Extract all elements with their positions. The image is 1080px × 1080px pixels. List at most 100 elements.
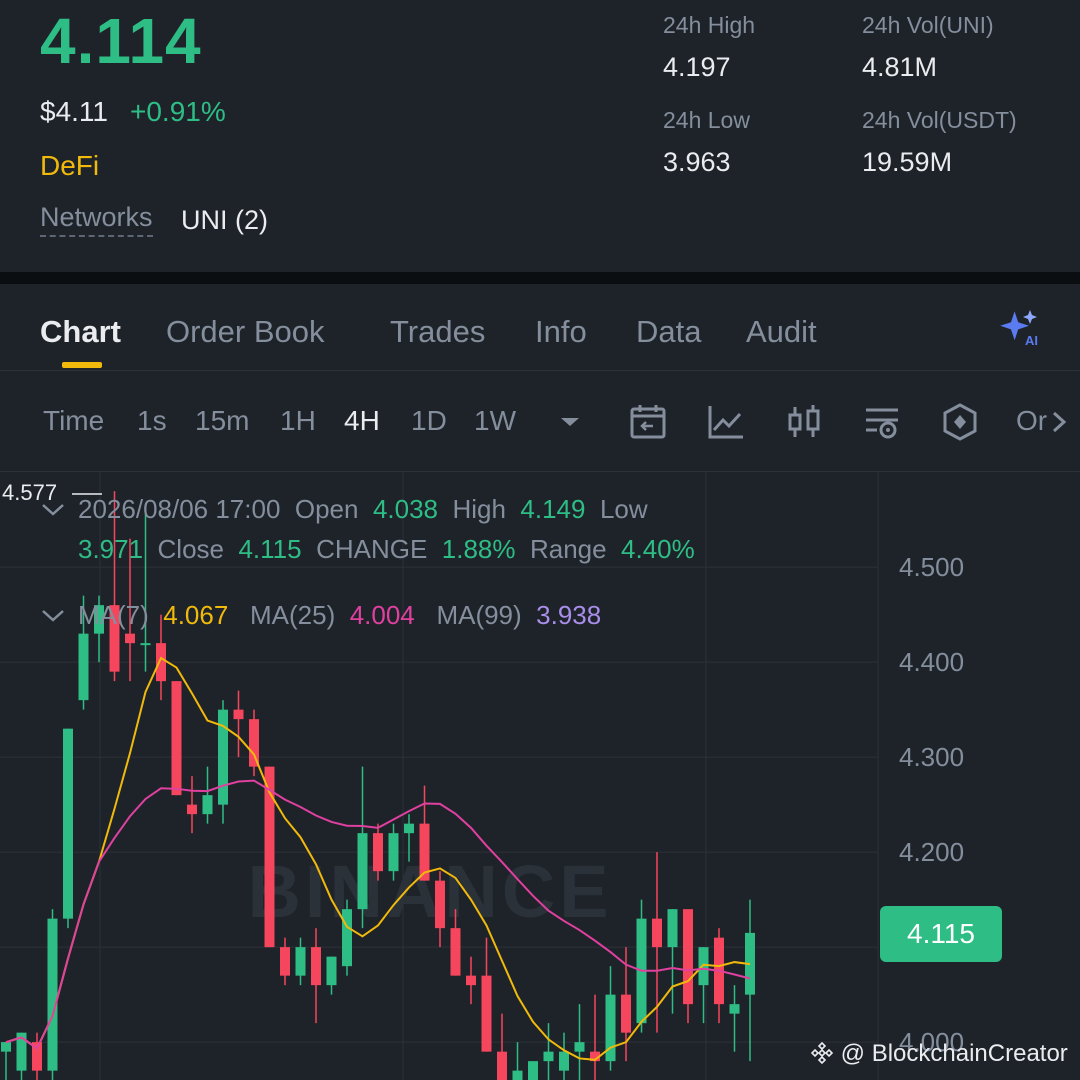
tab-audit[interactable]: Audit: [746, 314, 817, 350]
candle-body: [652, 918, 662, 948]
candle-body: [481, 975, 492, 1052]
ohlc-change-value: 1.88%: [441, 534, 516, 564]
chevron-down-icon[interactable]: [551, 403, 589, 441]
ohlc-datetime: 2026/08/06 17:00: [78, 494, 281, 524]
candle-body: [280, 947, 290, 976]
current-price-badge: 4.115: [880, 906, 1002, 962]
candle-body: [326, 956, 337, 986]
tab-order-book[interactable]: Order Book: [166, 314, 325, 350]
price-chart[interactable]: BINANCE 4.577 2026/08/06 17:00 Open 4.03…: [0, 472, 1080, 1080]
ma25-label: MA(25): [249, 600, 336, 630]
candle-body: [342, 909, 352, 967]
category-tag[interactable]: DeFi: [40, 150, 99, 182]
candle-body: [559, 1051, 569, 1071]
stat-24h-high-label: 24h High: [663, 12, 756, 38]
ohlc-close-value: 4.115: [238, 534, 302, 564]
toolbar-more-label[interactable]: Or: [1016, 405, 1047, 437]
ma25-value: 4.004: [349, 600, 415, 630]
tab-data[interactable]: Data: [636, 314, 701, 350]
networks-label[interactable]: Networks: [40, 202, 153, 237]
candle-body: [249, 719, 259, 767]
line-chart-icon[interactable]: [707, 403, 745, 441]
timeframe-1s[interactable]: 1s: [137, 405, 167, 437]
ma-legend: MA(7) 4.067 MA(25) 4.004 MA(99) 3.938: [78, 600, 601, 631]
timeframe-1h[interactable]: 1H: [280, 405, 316, 437]
timeframe-1w[interactable]: 1W: [474, 405, 516, 437]
candle-body: [140, 643, 151, 646]
candle-body: [574, 1042, 585, 1052]
tab-trades[interactable]: Trades: [390, 314, 485, 350]
tab-info[interactable]: Info: [535, 314, 587, 350]
candle-body: [435, 880, 445, 929]
ohlc-high-value: 4.149: [520, 494, 586, 524]
y-tick-label: 4.200: [899, 837, 965, 867]
candle-body: [202, 795, 213, 815]
timeframe-1d[interactable]: 1D: [411, 405, 447, 437]
candle-body: [667, 909, 678, 948]
ohlc-range-value: 4.40%: [621, 534, 695, 564]
ma7-label: MA(7): [78, 600, 149, 630]
stat-24h-low-label: 24h Low: [663, 107, 750, 133]
candle-body: [373, 833, 383, 872]
ohlc-collapse-icon[interactable]: [40, 502, 66, 518]
ma99-value: 3.938: [536, 600, 602, 630]
credit-text: @ BlockchainCreator: [840, 1040, 1068, 1067]
binance-logo-icon: [810, 1041, 834, 1065]
candle-body: [404, 823, 414, 834]
ohlc-open-value: 4.038: [372, 494, 439, 524]
candle-body: [171, 681, 182, 796]
ohlc-open-label: Open: [294, 494, 359, 524]
stat-24h-vol-uni-value: 4.81M: [862, 52, 938, 82]
candle-body: [388, 833, 399, 872]
tab-chart[interactable]: Chart: [40, 314, 121, 350]
candle-body: [683, 909, 693, 1005]
candle-body: [729, 1004, 740, 1014]
ma-collapse-icon[interactable]: [40, 608, 66, 624]
active-tab-indicator: [62, 362, 102, 368]
candle-body: [47, 918, 58, 1071]
ohlc-close-label: Close: [157, 534, 225, 564]
chevron-right-icon[interactable]: [1048, 403, 1070, 441]
ohlc-range-label: Range: [529, 534, 607, 564]
stat-24h-high-value: 4.197: [663, 52, 731, 82]
y-tick-label: 4.500: [899, 552, 965, 582]
price-change-percent: +0.91%: [130, 96, 226, 127]
candle-body: [125, 633, 135, 644]
calendar-icon[interactable]: [629, 403, 667, 441]
candle-body: [497, 1051, 507, 1080]
ohlc-low-label: Low: [599, 494, 648, 524]
binance-watermark: BINANCE: [247, 850, 612, 933]
svg-text:AI: AI: [1025, 333, 1038, 348]
candle-body: [233, 709, 244, 720]
candle-body: [187, 804, 197, 815]
timeframe-4h[interactable]: 4H: [344, 405, 380, 437]
candle-body: [295, 947, 306, 976]
networks-value[interactable]: UNI (2): [181, 205, 268, 236]
hexagon-icon[interactable]: [941, 403, 979, 441]
section-divider: [0, 272, 1080, 284]
candle-body: [78, 633, 89, 701]
candlestick-icon[interactable]: [785, 403, 823, 441]
indicator-settings-icon[interactable]: [863, 403, 901, 441]
stat-24h-vol-usdt-value: 19.59M: [862, 147, 953, 177]
candle-body: [156, 643, 166, 682]
stat-24h-vol-usdt-label: 24h Vol(USDT): [862, 107, 1017, 133]
ohlc-change-label: CHANGE: [316, 534, 428, 564]
candle-body: [528, 1061, 538, 1080]
timeframe-time[interactable]: Time: [43, 405, 104, 437]
timeframe-15m[interactable]: 15m: [195, 405, 249, 437]
candle-body: [543, 1051, 554, 1062]
chart-toolbar: Time 1s 15m 1H 4H 1D 1W Or: [0, 371, 1080, 472]
ohlc-row-2: 3.971 Close 4.115 CHANGE 1.88% Range 4.4…: [78, 534, 695, 565]
ohlc-row-1: 2026/08/06 17:00 Open 4.038 High 4.149 L…: [78, 494, 648, 525]
candle-body: [357, 833, 368, 910]
usd-price: $4.11: [40, 96, 108, 127]
last-price: 4.114: [40, 5, 202, 77]
candle-body: [466, 975, 476, 986]
ma99-label: MA(99): [436, 600, 522, 630]
tab-bar: Chart Order Book Trades Info Data Audit …: [0, 284, 1080, 371]
ai-sparkle-icon[interactable]: AI: [998, 308, 1042, 348]
y-tick-label: 4.400: [899, 647, 965, 677]
credit-watermark: @ BlockchainCreator: [810, 1040, 1068, 1068]
candle-body: [1, 1042, 11, 1052]
